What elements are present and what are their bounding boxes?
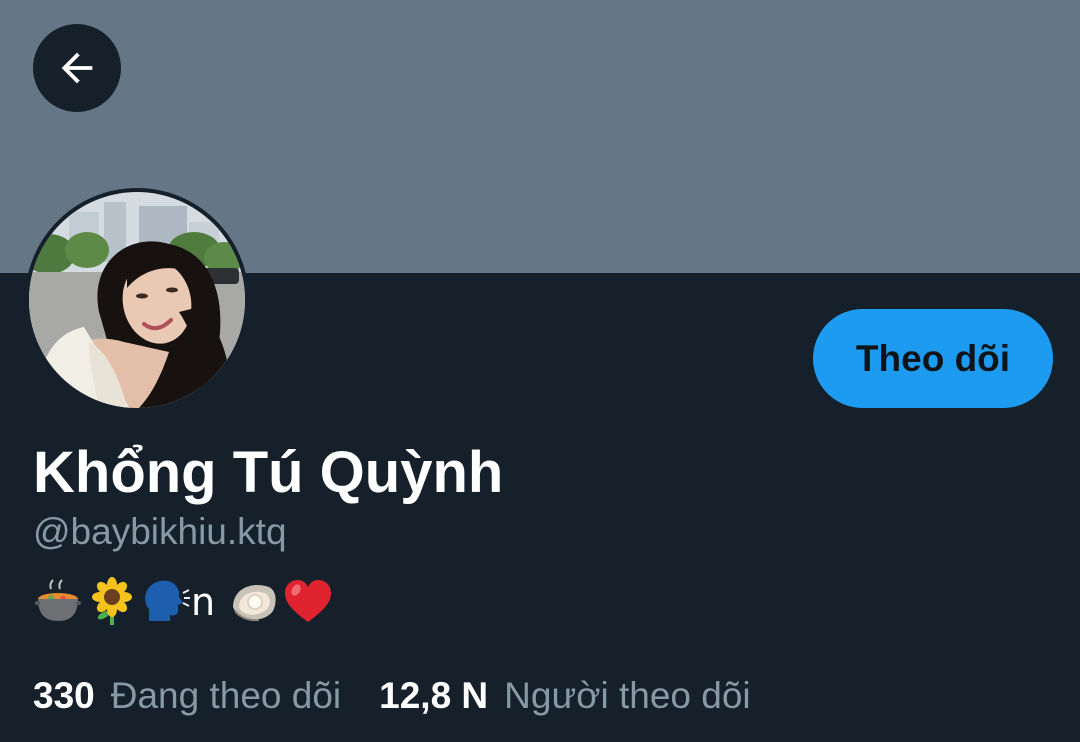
followers-label: Người theo dõi [504,675,751,716]
profile-stats: 330 Đang theo dõi 12,8 N Người theo dõi [33,672,751,720]
username-handle: @baybikhiu.ktq [33,511,287,552]
bio-text: n [191,580,216,624]
followers-count: 12,8 N [379,675,489,716]
profile-photo [29,192,245,408]
following-stat[interactable]: 330 Đang theo dõi [33,672,341,720]
sunflower-emoji [92,577,132,625]
profile-bio: n [33,576,333,628]
display-name: Khổng Tú Quỳnh [33,440,504,505]
followers-stat[interactable]: 12,8 N Người theo dõi [379,672,751,720]
back-button[interactable] [33,24,121,112]
red-heart-emoji [285,580,332,622]
speaking-head-emoji [145,580,190,621]
follow-button[interactable]: Theo dõi [813,309,1053,408]
avatar[interactable] [25,188,249,412]
following-count: 330 [33,675,95,716]
oyster-emoji [233,585,276,622]
following-label: Đang theo dõi [110,675,342,716]
stew-pot-emoji [35,579,81,621]
arrow-left-icon [61,52,93,84]
